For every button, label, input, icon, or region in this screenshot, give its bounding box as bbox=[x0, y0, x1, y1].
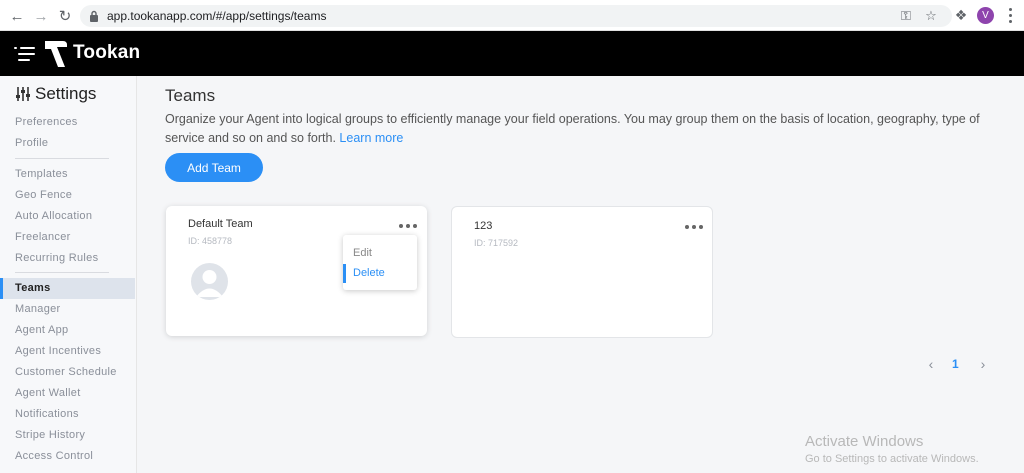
sidebar-divider bbox=[15, 272, 109, 273]
sidebar-item-agent-app[interactable]: Agent App bbox=[0, 320, 135, 341]
brand-name[interactable]: Tookan bbox=[73, 42, 140, 64]
key-icon[interactable]: ⚿ bbox=[898, 8, 914, 24]
star-icon[interactable]: ☆ bbox=[923, 8, 939, 24]
profile-avatar[interactable]: V bbox=[977, 7, 994, 24]
team-id: ID: 717592 bbox=[474, 238, 519, 248]
team-name: 123 bbox=[474, 220, 493, 232]
chevron-left-icon[interactable]: ‹ bbox=[924, 356, 938, 372]
browser-menu-icon[interactable] bbox=[1004, 7, 1016, 24]
menu-item-edit[interactable]: Edit bbox=[343, 244, 417, 263]
sidebar-item-customer-schedule[interactable]: Customer Schedule bbox=[0, 362, 135, 383]
app-header: Tookan bbox=[0, 31, 1024, 76]
sidebar-item-teams[interactable]: Teams bbox=[0, 278, 135, 299]
learn-more-link[interactable]: Learn more bbox=[339, 131, 403, 145]
sidebar-divider bbox=[15, 158, 109, 159]
avatar bbox=[191, 263, 228, 300]
sidebar-item-manager[interactable]: Manager bbox=[0, 299, 135, 320]
menu-item-delete[interactable]: Delete bbox=[343, 264, 417, 283]
activate-windows-subtitle: Go to Settings to activate Windows. bbox=[805, 453, 979, 465]
page-number[interactable]: 1 bbox=[952, 357, 959, 371]
back-icon[interactable]: ← bbox=[8, 7, 26, 25]
url-text: app.tookanapp.com/#/app/settings/teams bbox=[107, 9, 327, 23]
sidebar-item-notifications[interactable]: Notifications bbox=[0, 404, 135, 425]
sidebar-item-access-control[interactable]: Access Control bbox=[0, 446, 135, 467]
team-card[interactable]: 123 ID: 717592 bbox=[451, 206, 713, 338]
activate-windows-title: Activate Windows bbox=[805, 433, 924, 450]
add-team-button[interactable]: Add Team bbox=[165, 153, 263, 182]
description-text: Organize your Agent into logical groups … bbox=[165, 112, 980, 145]
tookan-logo-icon bbox=[45, 41, 67, 67]
team-name: Default Team bbox=[188, 218, 253, 230]
sidebar-item-profile[interactable]: Profile bbox=[0, 133, 135, 154]
more-options-icon[interactable] bbox=[685, 224, 703, 230]
browser-toolbar: ← → ↻ app.tookanapp.com/#/app/settings/t… bbox=[0, 0, 1024, 31]
more-options-icon[interactable] bbox=[399, 223, 417, 229]
forward-icon[interactable]: → bbox=[32, 7, 50, 25]
sidebar-item-auto-allocation[interactable]: Auto Allocation bbox=[0, 206, 135, 227]
sidebar-item-templates[interactable]: Templates bbox=[0, 164, 135, 185]
page-title: Teams bbox=[165, 86, 216, 105]
sidebar-item-stripe-history[interactable]: Stripe History bbox=[0, 425, 135, 446]
team-id: ID: 458778 bbox=[188, 236, 233, 246]
sidebar-item-agent-wallet[interactable]: Agent Wallet bbox=[0, 383, 135, 404]
sidebar-item-recurring-rules[interactable]: Recurring Rules bbox=[0, 248, 135, 269]
sidebar-title-text: Settings bbox=[35, 84, 97, 103]
sidebar-item-geo-fence[interactable]: Geo Fence bbox=[0, 185, 135, 206]
chevron-right-icon[interactable]: › bbox=[976, 356, 990, 372]
address-bar[interactable]: app.tookanapp.com/#/app/settings/teams ⚿… bbox=[80, 5, 952, 27]
user-placeholder-icon bbox=[196, 270, 223, 297]
sidebar-item-agent-incentives[interactable]: Agent Incentives bbox=[0, 341, 135, 362]
sidebar-item-preferences[interactable]: Preferences bbox=[0, 112, 135, 133]
sidebar-item-freelancer[interactable]: Freelancer bbox=[0, 227, 135, 248]
page-description: Organize your Agent into logical groups … bbox=[165, 110, 995, 148]
hamburger-icon[interactable] bbox=[14, 45, 36, 61]
sliders-icon bbox=[16, 87, 30, 101]
settings-sidebar: Settings Preferences Profile Templates G… bbox=[0, 76, 137, 473]
lock-icon bbox=[90, 10, 98, 22]
puzzle-icon[interactable]: ❖ bbox=[953, 7, 969, 23]
team-options-menu: Edit Delete bbox=[343, 235, 417, 290]
reload-icon[interactable]: ↻ bbox=[56, 7, 74, 25]
sidebar-title: Settings bbox=[15, 84, 96, 104]
